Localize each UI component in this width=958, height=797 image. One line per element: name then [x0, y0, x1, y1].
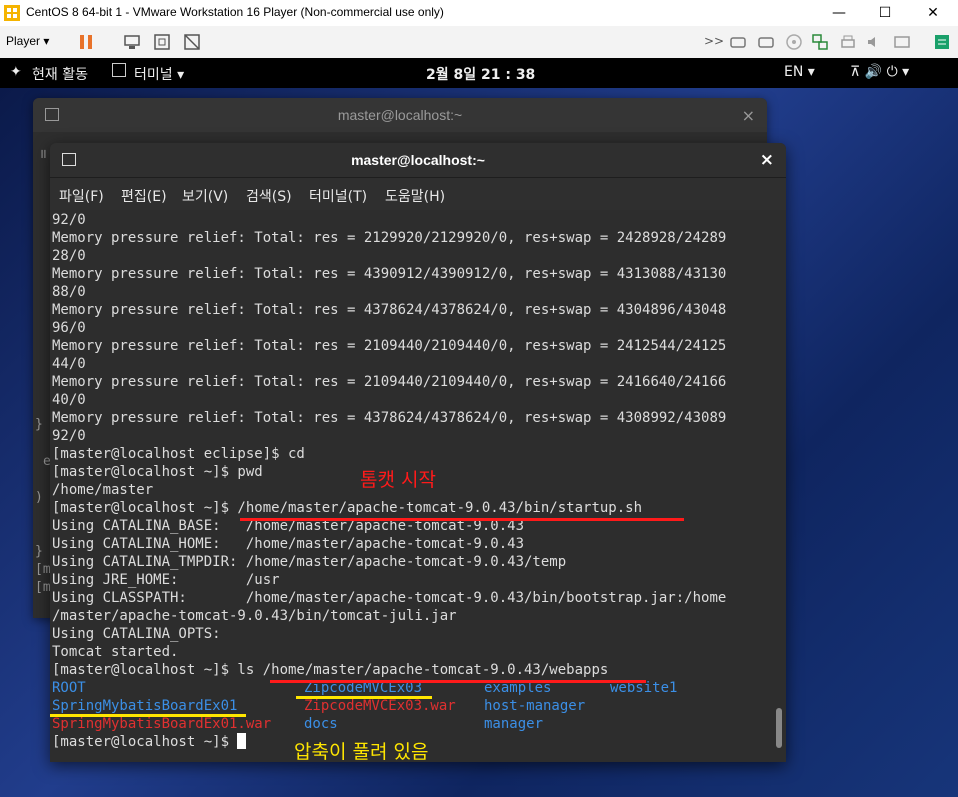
terminal-line: [master@localhost eclipse]$ cd — [52, 446, 305, 462]
front-terminal-header[interactable]: master@localhost:~ × — [50, 143, 786, 178]
terminal-line: /master/apache-tomcat-9.0.43/bin/tomcat-… — [52, 608, 457, 624]
sound-icon[interactable] — [864, 32, 884, 52]
gnome-top-bar: ✦ 현재 활동 터미널 ▾ 2월 8일 21 : 38 EN ▾ ⊼ 🔊 ⏻ ▾ — [0, 58, 958, 88]
terminal-line: Using CATALINA_OPTS: — [52, 626, 221, 642]
terminal-line: Using JRE_HOME: /usr — [52, 572, 280, 588]
notes-icon[interactable] — [932, 32, 952, 52]
frag-5: [m — [35, 562, 51, 577]
terminal-line: Memory pressure relief: Total: res = 437… — [52, 410, 727, 426]
terminal-prompt[interactable]: [master@localhost ~]$ — [52, 733, 247, 751]
activities-button[interactable]: 현재 활동 — [32, 64, 88, 84]
terminal-menubar: 파일(F) 편집(E) 보기(V) 검색(S) 터미널(T) 도움말(H) — [50, 178, 786, 210]
terminal-line: 44/0 — [52, 356, 86, 372]
terminal-line: Memory pressure relief: Total: res = 439… — [52, 266, 727, 282]
terminal-app-icon — [112, 63, 126, 77]
front-terminal-title: master@localhost:~ — [351, 152, 485, 168]
terminal-line: 92/0 — [52, 212, 86, 228]
vmware-toolbar: Player ▾ >> — [0, 26, 958, 59]
terminal-line: Memory pressure relief: Total: res = 212… — [52, 230, 727, 246]
close-button[interactable]: ✕ — [910, 0, 956, 26]
terminal-line: 88/0 — [52, 284, 86, 300]
vmware-logo-icon — [4, 5, 20, 21]
cd-icon[interactable] — [784, 32, 804, 52]
back-close-icon[interactable]: × — [742, 106, 755, 125]
terminal-line: Using CATALINA_TMPDIR: /home/master/apac… — [52, 554, 567, 570]
terminal-line: [master@localhost ~]$ pwd — [52, 464, 263, 480]
ls-entry-dir: manager — [484, 716, 544, 732]
menu-search[interactable]: 검색(S) — [246, 186, 292, 206]
back-terminal-title: master@localhost:~ — [337, 107, 463, 123]
terminal-line: Memory pressure relief: Total: res = 437… — [52, 302, 727, 318]
player-menu[interactable]: Player ▾ — [6, 34, 49, 48]
ls-entry-dir: ROOT — [52, 680, 86, 696]
pause-icon[interactable] — [76, 32, 96, 52]
menu-file[interactable]: 파일(F) — [59, 186, 104, 206]
hdd-icon[interactable] — [728, 32, 748, 52]
terminal-line: Memory pressure relief: Total: res = 210… — [52, 374, 727, 390]
system-tray[interactable]: ⊼ 🔊 ⏻ ▾ — [850, 64, 909, 80]
terminal-line: Using CLASSPATH: /home/master/apache-tom… — [52, 590, 727, 606]
terminal-line: Tomcat started. — [52, 644, 179, 660]
terminal-line: /home/master — [52, 482, 154, 498]
frag-3: ) — [35, 490, 43, 505]
spring-underline — [50, 714, 246, 717]
minimize-button[interactable]: — — [816, 0, 862, 26]
terminal-line: Memory pressure relief: Total: res = 210… — [52, 338, 727, 354]
startup-underline — [240, 518, 684, 521]
back-terminal-header[interactable]: master@localhost:~ × — [33, 98, 767, 132]
ls-entry-dir: SpringMybatisBoardEx01 — [52, 698, 238, 714]
ls-entry-dir: host-manager — [484, 698, 586, 714]
unity-icon[interactable] — [182, 32, 202, 52]
ls-entry-war: ZipcodeMVCEx03.war — [304, 698, 456, 714]
ls-underline — [270, 680, 646, 683]
menu-terminal[interactable]: 터미널(T) — [309, 186, 367, 206]
terminal-line: 92/0 — [52, 428, 86, 444]
menu-help[interactable]: 도움말(H) — [385, 186, 445, 206]
frag-0: ॥ — [39, 147, 47, 162]
ls-entry-dir: docs — [304, 716, 338, 732]
frag-4: } — [35, 544, 43, 559]
hdd2-icon[interactable] — [756, 32, 776, 52]
app-menu[interactable]: 터미널 ▾ — [134, 64, 184, 84]
front-close-icon[interactable]: × — [760, 150, 774, 170]
text-cursor — [237, 733, 247, 749]
terminal-line: Using CATALINA_HOME: /home/master/apache… — [52, 536, 525, 552]
fullscreen-icon[interactable] — [152, 32, 172, 52]
activities-icon[interactable]: ✦ — [10, 64, 22, 80]
prompt-text: [master@localhost ~]$ — [52, 734, 238, 750]
more-devices-icon[interactable]: >> — [704, 34, 724, 48]
maximize-button[interactable]: ☐ — [862, 0, 908, 26]
frag-1: } — [35, 417, 43, 432]
frag-6: [m — [35, 580, 51, 595]
display-icon[interactable] — [892, 32, 912, 52]
ls-entry-war: SpringMybatisBoardEx01.war — [52, 716, 272, 732]
printer-icon[interactable] — [838, 32, 858, 52]
front-terminal-window[interactable]: master@localhost:~ × 파일(F) 편집(E) 보기(V) 검… — [50, 143, 786, 762]
annotation-start: 톰캣 시작 — [360, 469, 436, 491]
menu-edit[interactable]: 편집(E) — [121, 186, 167, 206]
language-menu[interactable]: EN ▾ — [784, 64, 815, 80]
terminal-line: 28/0 — [52, 248, 86, 264]
terminal-line-startup: [master@localhost ~]$ /home/master/apach… — [52, 500, 643, 516]
menu-view[interactable]: 보기(V) — [182, 186, 228, 206]
terminal-scrollbar[interactable] — [776, 708, 782, 748]
terminal-line: 96/0 — [52, 320, 86, 336]
network-icon[interactable] — [810, 32, 830, 52]
clock[interactable]: 2월 8일 21 : 38 — [426, 64, 535, 84]
send-ctrl-alt-del-icon[interactable] — [122, 32, 142, 52]
zipcode-underline — [296, 696, 432, 699]
terminal-line-ls: [master@localhost ~]$ ls /home/master/ap… — [52, 662, 609, 678]
vmware-window-title: CentOS 8 64-bit 1 - VMware Workstation 1… — [26, 5, 444, 19]
vmware-title-bar: CentOS 8 64-bit 1 - VMware Workstation 1… — [0, 0, 958, 27]
annotation-unzipped: 압축이 풀려 있음 — [294, 741, 429, 763]
terminal-line: 40/0 — [52, 392, 86, 408]
